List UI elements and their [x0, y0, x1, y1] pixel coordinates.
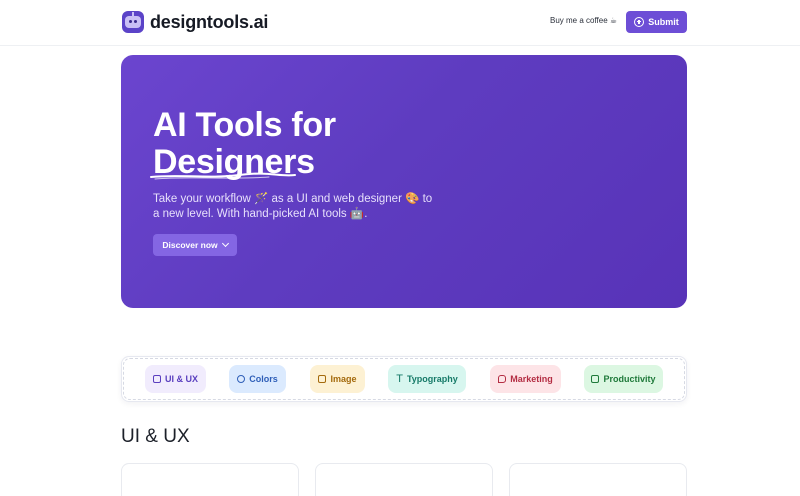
plus-circle-icon [634, 17, 645, 27]
palette-icon [237, 375, 246, 383]
brand-name: designtools.ai [150, 11, 269, 32]
hero-title-line1: AI Tools for [153, 106, 336, 144]
category-productivity[interactable]: Productivity [584, 365, 663, 393]
category-label: Image [330, 374, 357, 384]
tool-card[interactable] [315, 463, 493, 496]
category-label: Marketing [510, 374, 553, 384]
tool-card[interactable] [509, 463, 687, 496]
tool-card[interactable] [121, 463, 299, 496]
category-image[interactable]: Image [310, 365, 365, 393]
category-label: Colors [249, 374, 278, 384]
hero-banner: AI Tools for Designers Take your workflo… [121, 55, 687, 308]
scribble-underline [150, 172, 296, 180]
section-title: UI & UX [121, 426, 190, 447]
category-bar: UI & UX Colors Image T Typography Market… [121, 356, 687, 402]
category-label: Typography [406, 374, 458, 384]
image-icon [318, 375, 327, 383]
layers-icon [152, 375, 161, 383]
category-label: Productivity [603, 374, 656, 384]
discover-label: Discover now [162, 240, 218, 250]
type-icon: T [396, 373, 403, 385]
category-marketing[interactable]: Marketing [490, 365, 561, 393]
chevron-down-icon [221, 239, 229, 248]
category-ui-ux[interactable]: UI & UX [145, 365, 206, 393]
hero-subtitle: Take your workflow 🪄 as a UI and web des… [153, 193, 433, 220]
category-colors[interactable]: Colors [229, 365, 286, 393]
chat-icon [498, 375, 507, 383]
brand-logo[interactable]: designtools.ai [122, 11, 268, 33]
category-label: UI & UX [164, 374, 198, 384]
submit-button[interactable]: Submit [626, 11, 687, 33]
checklist-icon [591, 375, 600, 383]
hero-title: AI Tools for Designers [153, 107, 336, 181]
category-typography[interactable]: T Typography [388, 365, 466, 393]
submit-label: Submit [648, 17, 679, 27]
discover-now-button[interactable]: Discover now [153, 234, 237, 256]
site-header: designtools.ai Buy me a coffee ☕ Submit [0, 0, 800, 46]
buy-coffee-link[interactable]: Buy me a coffee ☕ [550, 16, 617, 25]
robot-logo-icon [122, 11, 144, 33]
